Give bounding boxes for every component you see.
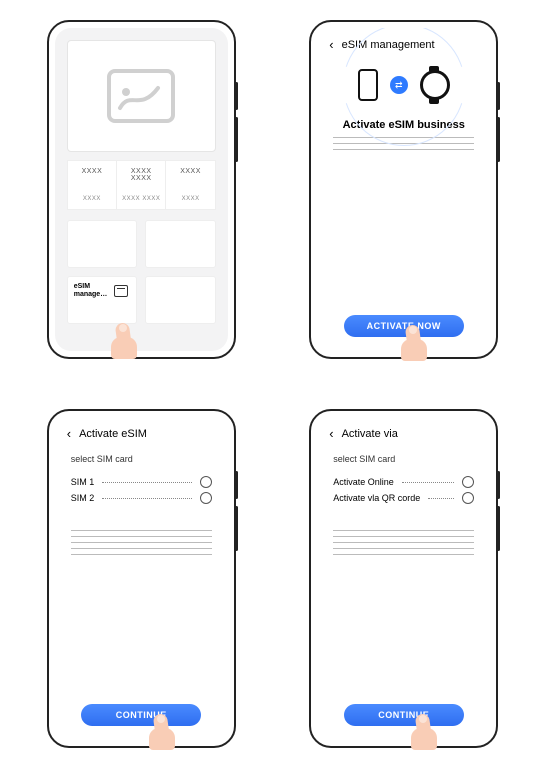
tile-label: eSIM manage… [74,283,119,300]
option-activate-qr[interactable]: Activate vla QR corde [333,492,474,504]
option-sim2[interactable]: SIM 2 [71,492,212,504]
radio-icon[interactable] [462,476,474,488]
radio-icon[interactable] [462,492,474,504]
phone-mock-3: ‹ Activate eSIM select SIM card SIM 1 SI… [47,409,236,748]
page-title: Activate eSIM [79,428,147,440]
subtitle: select SIM card [333,454,474,464]
subtitle: select SIM card [71,454,212,464]
info-strip: XXXX XXXX XXXX XXXX XXXX XXXX XXXX XXXX [67,160,216,210]
continue-button[interactable]: CONTINUE [81,704,201,726]
activate-now-button[interactable]: ACTIVATE NOW [344,315,464,337]
image-placeholder [67,40,216,152]
back-icon[interactable]: ‹ [329,427,333,440]
text-lines [333,530,474,555]
phone-mock-1: XXXX XXXX XXXX XXXX XXXX XXXX XXXX XXXX … [47,20,236,359]
option-sim1[interactable]: SIM 1 [71,476,212,488]
watch-icon [420,70,450,100]
radio-icon[interactable] [200,492,212,504]
sync-icon: ⇄ [390,76,408,94]
tile-blank-3[interactable] [145,276,216,324]
tile-blank-2[interactable] [145,220,216,268]
phone-mock-4: ‹ Activate via select SIM card Activate … [309,409,498,748]
page-title: Activate via [342,428,398,440]
option-activate-online[interactable]: Activate Online [333,476,474,488]
radio-icon[interactable] [200,476,212,488]
tile-blank-1[interactable] [67,220,138,268]
back-icon[interactable]: ‹ [329,38,333,51]
phone-icon [358,69,378,101]
text-lines [71,530,212,555]
esim-icon [114,285,128,297]
continue-button[interactable]: CONTINUE [344,704,464,726]
tile-esim-manage[interactable]: eSIM manage… [67,276,138,324]
esim-diagram: ⇄ [317,69,490,101]
phone-mock-2: ‹ eSIM management ⇄ Activate eSIM busine… [309,20,498,359]
back-icon[interactable]: ‹ [67,427,71,440]
